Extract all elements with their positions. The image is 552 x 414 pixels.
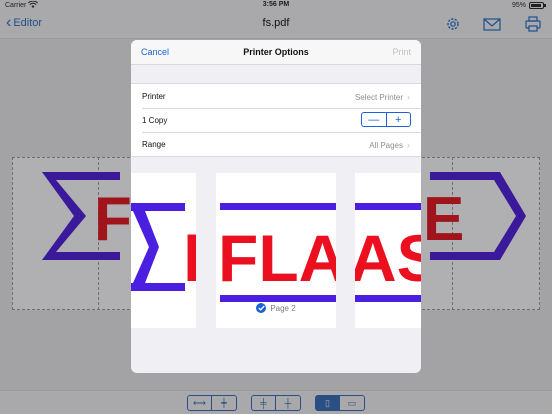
copies-stepper: — + — [361, 112, 411, 127]
shrink-width-button[interactable]: ⟷ — [188, 396, 212, 410]
checkmark-icon — [256, 303, 267, 313]
portrait-icon: ▯ — [325, 397, 330, 408]
battery-icon — [529, 2, 546, 9]
printer-row[interactable]: Printer Select Printer › — [131, 84, 421, 108]
copies-row-label: 1 Copy — [142, 116, 168, 125]
shrink-height-button[interactable]: ╪ — [252, 396, 276, 410]
fit-height-group: ╪ ┼ — [251, 395, 301, 411]
dialog-title: Printer Options — [243, 47, 309, 57]
expand-height-button[interactable]: ┼ — [276, 396, 300, 410]
landscape-icon: ▭ — [347, 397, 357, 408]
page-2-text: FLA — [218, 221, 336, 295]
range-row-value-wrap: All Pages › — [369, 140, 410, 150]
orientation-group: ▯ ▭ — [315, 395, 365, 411]
printer-icon[interactable] — [523, 15, 543, 33]
bottom-toolbar: ⟷ ┿ ╪ ┼ ▯ ▭ — [0, 390, 552, 414]
range-row-value: All Pages — [369, 140, 403, 150]
fit-width-group: ⟷ ┿ — [187, 395, 237, 411]
mail-icon[interactable] — [482, 15, 502, 33]
background-banner-left-text: F — [94, 185, 132, 254]
expand-width-button[interactable]: ┿ — [212, 396, 236, 410]
gear-icon[interactable] — [443, 15, 463, 33]
chevron-right-icon: › — [407, 140, 410, 150]
dialog-header: Cancel Printer Options Print — [131, 40, 421, 65]
clock: 3:56 PM — [262, 1, 290, 8]
navigation-bar: ‹ Editor fs.pdf — [0, 11, 552, 39]
expand-height-icon: ┼ — [284, 398, 292, 408]
decrement-copies-button[interactable]: — — [362, 113, 387, 126]
selected-page-indicator: Page 2 — [131, 303, 421, 313]
chevron-right-icon: › — [407, 92, 410, 102]
battery-percent: 95% — [511, 2, 526, 9]
copies-row: 1 Copy — + — [131, 108, 421, 132]
landscape-button[interactable]: ▭ — [340, 396, 364, 410]
printer-row-label: Printer — [142, 92, 166, 101]
status-bar: Carrier 3:56 PM 95% — [0, 0, 552, 11]
options-list: Printer Select Printer › 1 Copy — + Rang… — [131, 83, 421, 157]
printer-options-dialog: Cancel Printer Options Print Printer Sel… — [131, 40, 421, 373]
printer-row-value: Select Printer — [354, 92, 403, 102]
shrink-height-icon: ╪ — [260, 398, 267, 408]
print-button[interactable]: Print — [392, 47, 411, 57]
background-banner-right-text: E — [423, 185, 464, 254]
printer-row-value-wrap: Select Printer › — [355, 92, 410, 102]
expand-width-icon: ┿ — [221, 397, 227, 408]
portrait-button[interactable]: ▯ — [316, 396, 340, 410]
page-1-text: F — [183, 220, 196, 296]
range-row-label: Range — [142, 140, 166, 149]
page-3-text: AS — [355, 221, 421, 295]
selected-page-label: Page 2 — [270, 303, 296, 313]
increment-copies-button[interactable]: + — [387, 113, 411, 126]
page-title: fs.pdf — [262, 17, 290, 29]
range-row[interactable]: Range All Pages › — [131, 132, 421, 156]
shrink-width-icon: ⟷ — [193, 397, 206, 408]
